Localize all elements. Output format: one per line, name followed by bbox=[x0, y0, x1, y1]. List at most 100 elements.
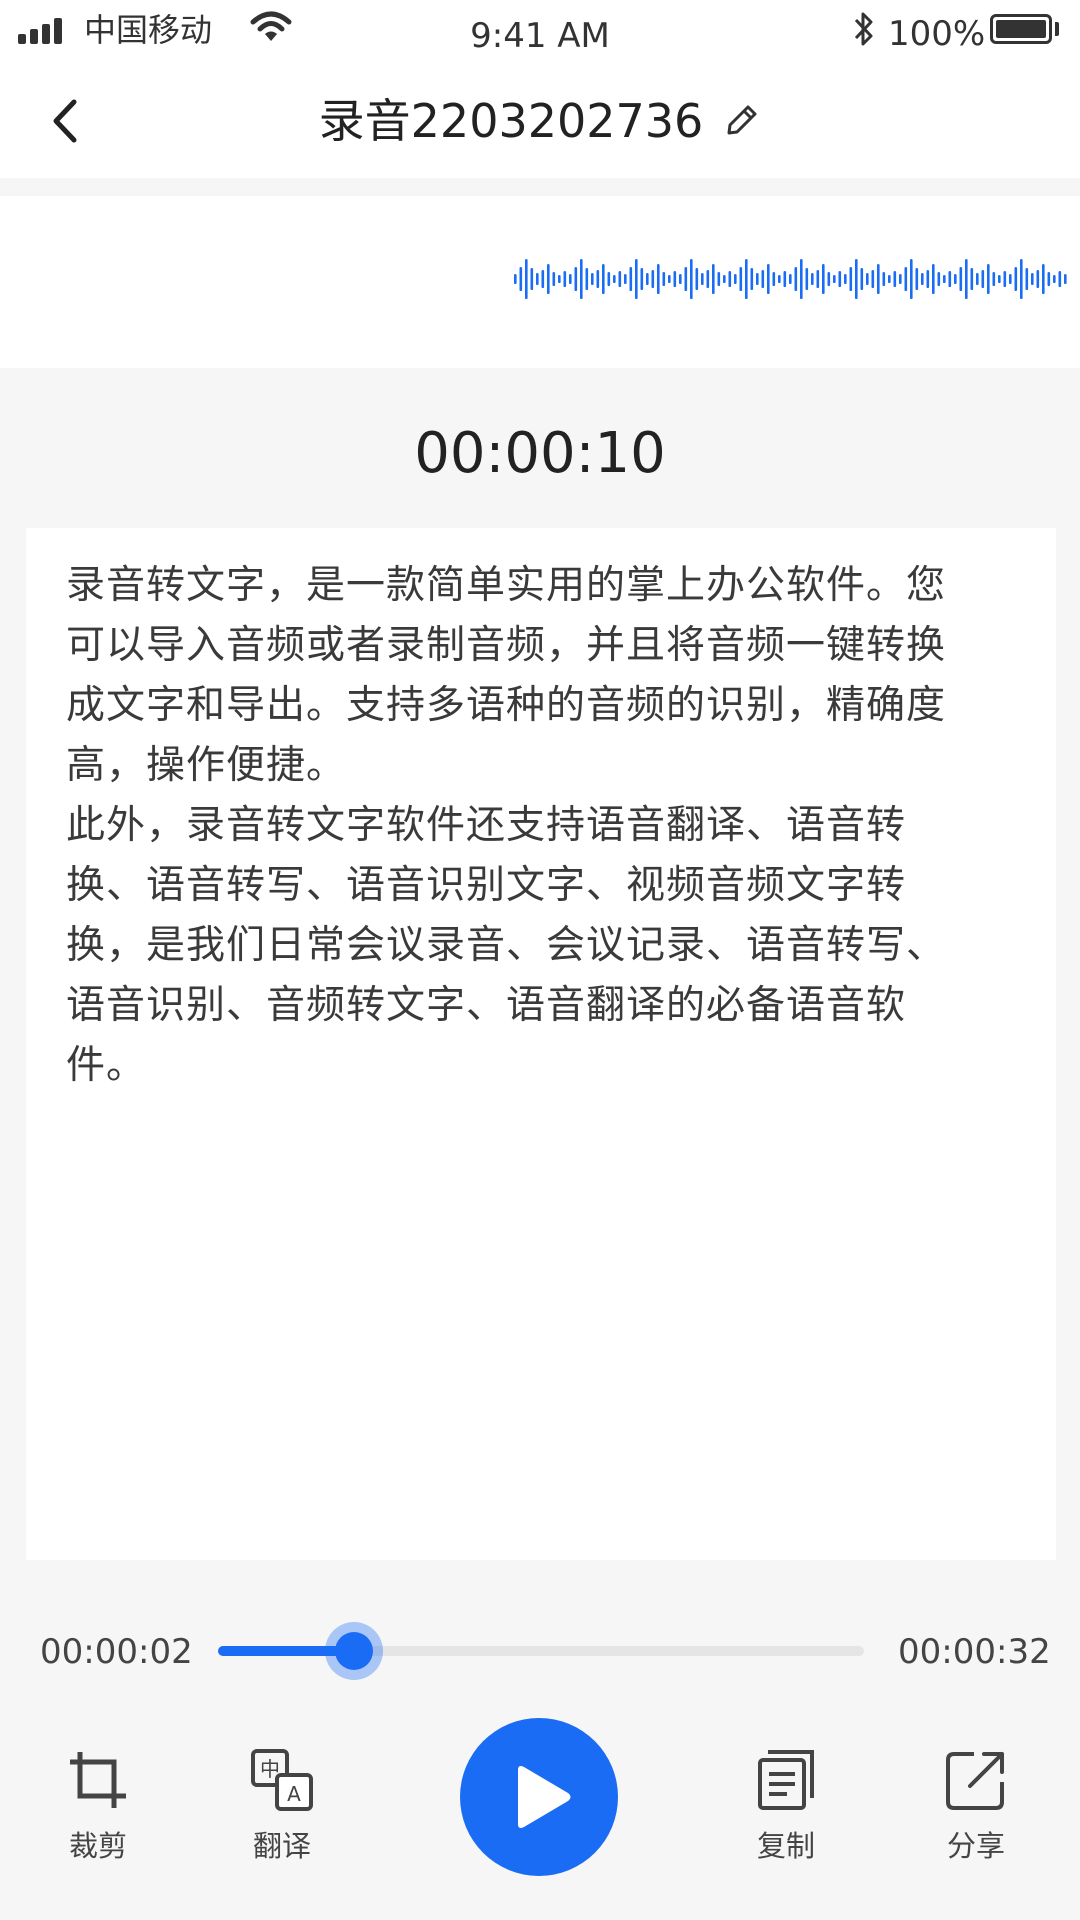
share-button[interactable]: 分享 bbox=[906, 1748, 1046, 1866]
waveform-bar bbox=[932, 264, 935, 294]
waveform-bar bbox=[646, 273, 649, 285]
waveform-bar bbox=[591, 273, 594, 285]
play-icon bbox=[518, 1766, 571, 1828]
waveform-bar bbox=[640, 268, 644, 290]
current-time: 00:00:02 bbox=[40, 1632, 193, 1672]
waveform-bar bbox=[596, 270, 600, 288]
waveform-bar bbox=[514, 274, 517, 284]
waveform-bar bbox=[624, 274, 627, 284]
waveform-bar bbox=[1053, 275, 1056, 283]
translate-icon: 中 A bbox=[251, 1749, 313, 1811]
waveform-bar bbox=[778, 275, 781, 283]
svg-text:A: A bbox=[287, 1782, 301, 1806]
waveform-bar bbox=[761, 270, 765, 288]
waveform-bar bbox=[723, 275, 726, 283]
waveform-bar bbox=[849, 267, 853, 291]
copy-document-icon bbox=[758, 1750, 814, 1810]
waveform-bar bbox=[943, 275, 946, 283]
waveform-bar bbox=[992, 272, 996, 286]
waveform-bar bbox=[959, 267, 963, 291]
waveform-bar bbox=[651, 270, 655, 288]
waveform-bar bbox=[739, 267, 743, 291]
waveform-bar bbox=[1042, 264, 1045, 294]
waveform-bar bbox=[926, 270, 930, 288]
waveform-bar bbox=[998, 275, 1001, 283]
waveform-bar bbox=[772, 272, 776, 286]
page-title: 录音2203202736 bbox=[318, 94, 704, 148]
play-button[interactable] bbox=[460, 1718, 618, 1876]
waveform-bar bbox=[525, 259, 528, 299]
crop-button[interactable]: 裁剪 bbox=[28, 1748, 168, 1866]
waveform-bar bbox=[838, 271, 842, 287]
waveform-bar bbox=[563, 271, 567, 287]
pencil-icon[interactable] bbox=[721, 101, 761, 141]
waveform-bar bbox=[976, 273, 979, 285]
share-label: 分享 bbox=[946, 1829, 1005, 1863]
waveform-bar bbox=[585, 268, 589, 290]
total-time: 00:00:32 bbox=[898, 1632, 1051, 1672]
waveform-bar bbox=[558, 275, 561, 283]
waveform-bar bbox=[679, 274, 682, 284]
waveform-bar bbox=[860, 268, 864, 290]
transcript-text[interactable]: 录音转文字，是一款简单实用的掌上办公软件。您 可以导入音频或者录制音频，并且将音… bbox=[66, 556, 1031, 1096]
waveform-bar bbox=[1047, 272, 1051, 286]
progress-slider[interactable] bbox=[218, 1646, 864, 1656]
waveform-bar bbox=[541, 270, 545, 288]
waveform-bar bbox=[662, 272, 666, 286]
waveform-bar bbox=[607, 272, 611, 286]
waveform-bar bbox=[613, 275, 616, 283]
waveform-bar bbox=[1009, 274, 1012, 284]
waveform-bar bbox=[970, 268, 974, 290]
copy-label: 复制 bbox=[756, 1829, 815, 1863]
waveform-bar bbox=[629, 267, 633, 291]
waveform-bar bbox=[921, 273, 924, 285]
waveform-bar bbox=[827, 272, 831, 286]
waveform-bar bbox=[767, 264, 770, 294]
waveform-bar bbox=[800, 259, 803, 299]
share-icon bbox=[946, 1752, 1004, 1810]
waveform-bar bbox=[877, 264, 880, 294]
waveform bbox=[514, 259, 1067, 299]
waveform-bar bbox=[684, 267, 688, 291]
waveform-bar bbox=[1025, 268, 1029, 290]
waveform-bar bbox=[750, 268, 754, 290]
waveform-bar bbox=[657, 264, 660, 294]
waveform-bar bbox=[937, 272, 941, 286]
waveform-bar bbox=[728, 271, 732, 287]
waveform-bar bbox=[833, 275, 836, 283]
copy-button[interactable]: 复制 bbox=[716, 1748, 856, 1866]
transcript-card: 录音转文字，是一款简单实用的掌上办公软件。您 可以导入音频或者录制音频，并且将音… bbox=[26, 528, 1056, 1560]
waveform-bar bbox=[893, 271, 897, 287]
waveform-bar bbox=[1003, 271, 1007, 287]
waveform-bar bbox=[855, 259, 858, 299]
waveform-bar bbox=[910, 259, 913, 299]
waveform-bar bbox=[965, 259, 968, 299]
translate-button[interactable]: 中 A 翻译 bbox=[212, 1748, 352, 1866]
waveform-bar bbox=[888, 275, 891, 283]
waveform-bar bbox=[668, 275, 671, 283]
waveform-bar bbox=[547, 264, 550, 294]
waveform-bar bbox=[712, 264, 715, 294]
waveform-bar bbox=[981, 270, 985, 288]
waveform-bar bbox=[915, 268, 919, 290]
waveform-bar bbox=[1031, 273, 1034, 285]
waveform-panel bbox=[0, 196, 1080, 368]
waveform-bar bbox=[899, 274, 902, 284]
waveform-bar bbox=[552, 272, 556, 286]
waveform-bar bbox=[673, 271, 677, 287]
waveform-bar bbox=[783, 271, 787, 287]
waveform-bar bbox=[569, 274, 572, 284]
waveform-bar bbox=[954, 274, 957, 284]
waveform-bar bbox=[1020, 259, 1023, 299]
slider-handle[interactable] bbox=[335, 1632, 374, 1670]
waveform-bar bbox=[1058, 271, 1062, 287]
bluetooth-icon bbox=[854, 12, 873, 46]
waveform-bar bbox=[811, 273, 814, 285]
waveform-bar bbox=[536, 273, 539, 285]
waveform-bar bbox=[602, 264, 605, 294]
battery-icon bbox=[990, 14, 1052, 44]
waveform-bar bbox=[635, 259, 638, 299]
waveform-bar bbox=[690, 259, 693, 299]
status-bar: 中国移动 9:41 AM 100% bbox=[0, 0, 1080, 64]
waveform-bar bbox=[701, 273, 704, 285]
